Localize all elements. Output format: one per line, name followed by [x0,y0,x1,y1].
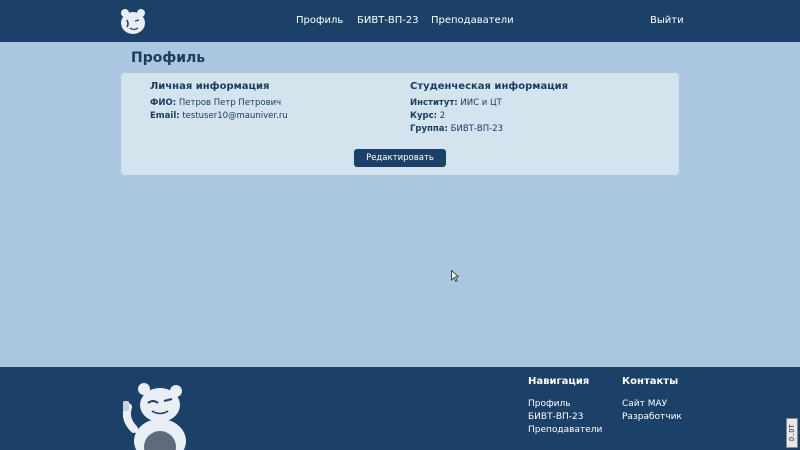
footer-link-developer[interactable]: Разработчик [622,412,682,422]
course-value: 2 [439,111,446,121]
footer-link-mau-site[interactable]: Сайт МАУ [622,399,667,409]
footer-contacts-title: Контакты [622,376,679,387]
email-label: Email: [150,111,180,121]
fio-row: ФИО: Петров Петр Петрович [150,98,281,108]
personal-info-title: Личная информация [150,81,270,92]
group-row: Группа: БИВТ-ВП-23 [410,124,503,134]
group-value: БИВТ-ВП-23 [450,124,504,134]
page-title: Профиль [131,50,206,66]
footer-link-group[interactable]: БИВТ-ВП-23 [528,412,583,422]
course-label: Курс: [410,111,438,121]
mouse-cursor-icon [451,270,459,282]
logout-link[interactable]: Выйти [650,0,684,42]
edit-button[interactable]: Редактировать [354,149,446,167]
bear-mascot-icon [122,383,186,450]
nav-group[interactable]: БИВТ-ВП-23 [357,0,419,42]
course-row: Курс: 2 [410,111,445,121]
corner-badge: D.DT [786,418,798,448]
student-info-title: Студенческая информация [410,81,569,92]
fio-value: Петров Петр Петрович [178,98,282,108]
institute-label: Институт: [410,98,458,108]
footer-nav-title: Навигация [528,376,590,387]
institute-value: ИИС и ЦТ [460,98,502,108]
fio-label: ФИО: [150,98,177,108]
institute-row: Институт: ИИС и ЦТ [410,98,502,108]
footer: Навигация Профиль БИВТ-ВП-23 Преподавате… [0,367,800,450]
top-navbar: Профиль БИВТ-ВП-23 Преподаватели Выйти [0,0,800,42]
group-label: Группа: [410,124,448,134]
footer-link-teachers[interactable]: Преподаватели [528,425,602,435]
nav-profile[interactable]: Профиль [296,0,343,42]
email-value: testuser10@mauniver.ru [182,111,288,121]
footer-link-profile[interactable]: Профиль [528,399,571,409]
bear-logo-icon[interactable] [118,6,148,36]
email-row: Email: testuser10@mauniver.ru [150,111,288,121]
nav-teachers[interactable]: Преподаватели [431,0,514,42]
profile-card: Личная информация ФИО: Петров Петр Петро… [121,73,679,175]
